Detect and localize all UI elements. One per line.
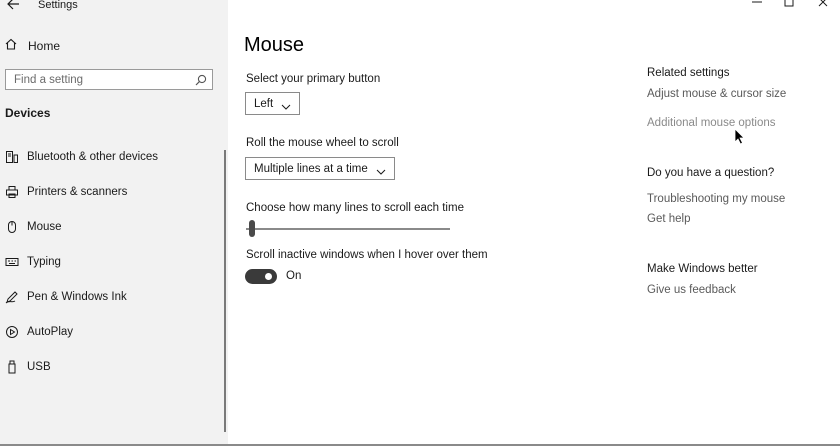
- home-icon: [4, 37, 18, 56]
- maximize-icon: [783, 0, 795, 13]
- give-feedback-link[interactable]: Give us feedback: [647, 284, 736, 296]
- primary-button-value: Left: [254, 97, 274, 110]
- chevron-down-icon: [281, 101, 291, 110]
- sidebar-item-usb[interactable]: USB: [4, 357, 219, 377]
- sidebar-item-autoplay[interactable]: AutoPlay: [4, 322, 219, 342]
- sidebar-item-printers[interactable]: Printers & scanners: [4, 182, 219, 202]
- scroll-mode-value: Multiple lines at a time: [254, 162, 368, 175]
- sidebar-item-label: Pen & Windows Ink: [27, 291, 127, 303]
- search-box[interactable]: [5, 69, 213, 90]
- scroll-lines-label: Choose how many lines to scroll each tim…: [246, 202, 464, 214]
- toggle-knob: [265, 273, 272, 280]
- sidebar-item-pen[interactable]: Pen & Windows Ink: [4, 287, 219, 307]
- sidebar-item-label: Mouse: [27, 221, 62, 233]
- chevron-down-icon: [376, 166, 386, 175]
- question-heading: Do you have a question?: [647, 167, 775, 179]
- additional-mouse-options-link[interactable]: Additional mouse options: [647, 117, 776, 129]
- minimize-button[interactable]: [740, 0, 774, 14]
- inactive-scroll-toggle[interactable]: [245, 269, 277, 284]
- close-button[interactable]: [806, 0, 840, 14]
- primary-button-dropdown[interactable]: Left: [245, 92, 301, 115]
- mouse-icon: [4, 220, 20, 234]
- pen-icon: [4, 290, 20, 304]
- sidebar-home[interactable]: Home: [4, 37, 60, 55]
- bluetooth-devices-icon: [4, 150, 20, 164]
- primary-button-label: Select your primary button: [246, 73, 381, 85]
- section-title: Devices: [5, 106, 51, 120]
- scroll-lines-slider[interactable]: [246, 228, 450, 230]
- related-settings-heading: Related settings: [647, 67, 730, 79]
- sidebar: Settings Home Devices Bluetooth & other …: [0, 0, 228, 446]
- window-title: Settings: [38, 0, 78, 11]
- sidebar-item-label: Bluetooth & other devices: [27, 151, 159, 163]
- mouse-pointer-icon: [734, 128, 746, 146]
- sidebar-item-label: AutoPlay: [27, 326, 74, 338]
- scroll-lines-slider-thumb[interactable]: [249, 220, 256, 237]
- minimize-icon: [751, 0, 763, 13]
- sidebar-item-label: USB: [27, 361, 51, 373]
- search-input[interactable]: [6, 70, 194, 89]
- maximize-button[interactable]: [772, 0, 806, 14]
- sidebar-item-label: Typing: [27, 256, 61, 268]
- back-arrow-icon[interactable]: [4, 0, 22, 12]
- adjust-mouse-cursor-link[interactable]: Adjust mouse & cursor size: [647, 88, 786, 100]
- scroll-mode-label: Roll the mouse wheel to scroll: [246, 137, 399, 149]
- sidebar-item-typing[interactable]: Typing: [4, 252, 219, 272]
- feedback-heading: Make Windows better: [647, 263, 758, 275]
- sidebar-item-bluetooth[interactable]: Bluetooth & other devices: [4, 147, 219, 167]
- page-title: Mouse: [244, 34, 305, 56]
- inactive-scroll-state: On: [286, 270, 302, 282]
- close-icon: [817, 0, 829, 13]
- scroll-mode-dropdown[interactable]: Multiple lines at a time: [245, 157, 395, 180]
- autoplay-icon: [4, 325, 20, 339]
- troubleshooting-link[interactable]: Troubleshooting my mouse: [647, 193, 785, 205]
- get-help-link[interactable]: Get help: [647, 213, 690, 225]
- sidebar-scrollbar[interactable]: [224, 150, 226, 432]
- inactive-scroll-label: Scroll inactive windows when I hover ove…: [246, 249, 488, 261]
- keyboard-icon: [4, 255, 20, 269]
- sidebar-home-label: Home: [28, 39, 61, 53]
- sidebar-item-mouse[interactable]: Mouse: [4, 217, 219, 237]
- sidebar-item-label: Printers & scanners: [27, 186, 128, 198]
- search-icon[interactable]: [195, 73, 207, 86]
- printer-icon: [4, 185, 20, 199]
- usb-icon: [4, 360, 20, 374]
